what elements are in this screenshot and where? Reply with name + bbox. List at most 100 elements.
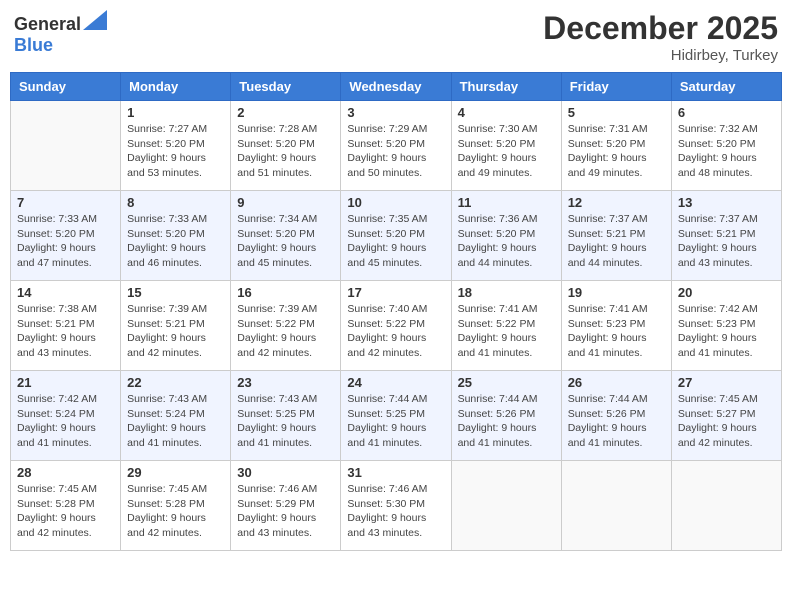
logo-text: General Blue bbox=[14, 10, 107, 56]
calendar-day-cell: 28 Sunrise: 7:45 AMSunset: 5:28 PMDayligh… bbox=[11, 461, 121, 551]
day-number: 5 bbox=[568, 105, 665, 120]
location-title: Hidirbey, Turkey bbox=[543, 47, 778, 64]
calendar-day-cell bbox=[561, 461, 671, 551]
day-number: 17 bbox=[347, 285, 444, 300]
day-number: 1 bbox=[127, 105, 224, 120]
day-info: Sunrise: 7:30 AMSunset: 5:20 PMDaylight:… bbox=[458, 122, 555, 181]
day-info: Sunrise: 7:31 AMSunset: 5:20 PMDaylight:… bbox=[568, 122, 665, 181]
calendar-day-header: Wednesday bbox=[341, 73, 451, 101]
day-number: 21 bbox=[17, 375, 114, 390]
day-number: 6 bbox=[678, 105, 775, 120]
day-number: 11 bbox=[458, 195, 555, 210]
day-number: 20 bbox=[678, 285, 775, 300]
day-number: 25 bbox=[458, 375, 555, 390]
calendar-day-cell: 20Sunrise: 7:42 AMSunset: 5:23 PMDayligh… bbox=[671, 281, 781, 371]
day-info: Sunrise: 7:41 AMSunset: 5:23 PMDaylight:… bbox=[568, 302, 665, 361]
logo-icon bbox=[83, 10, 107, 30]
calendar-day-header: Sunday bbox=[11, 73, 121, 101]
day-info: Sunrise: 7:46 AMSunset: 5:29 PMDaylight:… bbox=[237, 482, 334, 541]
calendar-day-header: Friday bbox=[561, 73, 671, 101]
day-number: 14 bbox=[17, 285, 114, 300]
calendar-day-cell: 17 Sunrise: 7:40 AMSunset: 5:22 PMDayligh… bbox=[341, 281, 451, 371]
month-title: December 2025 bbox=[543, 10, 778, 47]
day-info: Sunrise: 7:27 AMSunset: 5:20 PMDaylight:… bbox=[127, 122, 224, 181]
calendar-day-header: Monday bbox=[121, 73, 231, 101]
day-number: 30 bbox=[237, 465, 334, 480]
calendar-day-cell: 5 Sunrise: 7:31 AMSunset: 5:20 PMDaylight… bbox=[561, 101, 671, 191]
calendar-day-cell: 1 Sunrise: 7:27 AMSunset: 5:20 PMDaylight… bbox=[121, 101, 231, 191]
calendar-day-header: Thursday bbox=[451, 73, 561, 101]
calendar-day-cell: 16Sunrise: 7:39 AMSunset: 5:22 PMDayligh… bbox=[231, 281, 341, 371]
logo-general: General bbox=[14, 14, 81, 34]
day-number: 7 bbox=[17, 195, 114, 210]
day-info: Sunrise: 7:43 AMSunset: 5:24 PMDaylight:… bbox=[127, 392, 224, 451]
day-info: Sunrise: 7:33 AMSunset: 5:20 PMDaylight:… bbox=[17, 212, 114, 271]
day-number: 28 bbox=[17, 465, 114, 480]
title-block: December 2025 Hidirbey, Turkey bbox=[543, 10, 778, 64]
calendar-day-cell: 2 Sunrise: 7:28 AMSunset: 5:20 PMDaylight… bbox=[231, 101, 341, 191]
day-info: Sunrise: 7:39 AMSunset: 5:21 PMDaylight:… bbox=[127, 302, 224, 361]
calendar-day-cell: 3Sunrise: 7:29 AMSunset: 5:20 PMDaylight… bbox=[341, 101, 451, 191]
calendar-day-cell: 15 Sunrise: 7:39 AMSunset: 5:21 PMDayligh… bbox=[121, 281, 231, 371]
day-number: 10 bbox=[347, 195, 444, 210]
calendar-day-header: Saturday bbox=[671, 73, 781, 101]
day-info: Sunrise: 7:45 AMSunset: 5:27 PMDaylight:… bbox=[678, 392, 775, 451]
calendar-day-cell: 7 Sunrise: 7:33 AMSunset: 5:20 PMDaylight… bbox=[11, 191, 121, 281]
calendar-day-cell: 8Sunrise: 7:33 AMSunset: 5:20 PMDaylight… bbox=[121, 191, 231, 281]
day-number: 19 bbox=[568, 285, 665, 300]
day-number: 23 bbox=[237, 375, 334, 390]
day-number: 27 bbox=[678, 375, 775, 390]
calendar-day-cell: 30 Sunrise: 7:46 AMSunset: 5:29 PMDayligh… bbox=[231, 461, 341, 551]
calendar-day-cell: 14Sunrise: 7:38 AMSunset: 5:21 PMDayligh… bbox=[11, 281, 121, 371]
day-number: 2 bbox=[237, 105, 334, 120]
calendar-day-cell bbox=[671, 461, 781, 551]
calendar-week-row: 1 Sunrise: 7:27 AMSunset: 5:20 PMDaylight… bbox=[11, 101, 782, 191]
calendar-day-cell: 21 Sunrise: 7:42 AMSunset: 5:24 PMDayligh… bbox=[11, 371, 121, 461]
calendar-week-row: 7 Sunrise: 7:33 AMSunset: 5:20 PMDaylight… bbox=[11, 191, 782, 281]
calendar-day-header: Tuesday bbox=[231, 73, 341, 101]
day-info: Sunrise: 7:40 AMSunset: 5:22 PMDaylight:… bbox=[347, 302, 444, 361]
page-header: General Blue December 2025 Hidirbey, Tur… bbox=[10, 10, 782, 64]
calendar-day-cell: 29Sunrise: 7:45 AMSunset: 5:28 PMDayligh… bbox=[121, 461, 231, 551]
day-number: 4 bbox=[458, 105, 555, 120]
calendar-table: SundayMondayTuesdayWednesdayThursdayFrid… bbox=[10, 72, 782, 551]
calendar-day-cell: 9 Sunrise: 7:34 AMSunset: 5:20 PMDaylight… bbox=[231, 191, 341, 281]
logo: General Blue bbox=[14, 10, 107, 56]
day-info: Sunrise: 7:34 AMSunset: 5:20 PMDaylight:… bbox=[237, 212, 334, 271]
calendar-day-cell bbox=[11, 101, 121, 191]
calendar-day-cell: 18Sunrise: 7:41 AMSunset: 5:22 PMDayligh… bbox=[451, 281, 561, 371]
day-info: Sunrise: 7:41 AMSunset: 5:22 PMDaylight:… bbox=[458, 302, 555, 361]
day-info: Sunrise: 7:32 AMSunset: 5:20 PMDaylight:… bbox=[678, 122, 775, 181]
day-info: Sunrise: 7:29 AMSunset: 5:20 PMDaylight:… bbox=[347, 122, 444, 181]
calendar-day-cell: 25Sunrise: 7:44 AMSunset: 5:26 PMDayligh… bbox=[451, 371, 561, 461]
calendar-day-cell: 26 Sunrise: 7:44 AMSunset: 5:26 PMDayligh… bbox=[561, 371, 671, 461]
day-number: 15 bbox=[127, 285, 224, 300]
calendar-day-cell: 19 Sunrise: 7:41 AMSunset: 5:23 PMDayligh… bbox=[561, 281, 671, 371]
calendar-day-cell: 22Sunrise: 7:43 AMSunset: 5:24 PMDayligh… bbox=[121, 371, 231, 461]
calendar-body: 1 Sunrise: 7:27 AMSunset: 5:20 PMDaylight… bbox=[11, 101, 782, 551]
day-info: Sunrise: 7:43 AMSunset: 5:25 PMDaylight:… bbox=[237, 392, 334, 451]
day-number: 26 bbox=[568, 375, 665, 390]
day-number: 24 bbox=[347, 375, 444, 390]
calendar-day-cell: 11 Sunrise: 7:36 AMSunset: 5:20 PMDayligh… bbox=[451, 191, 561, 281]
calendar-day-cell: 12Sunrise: 7:37 AMSunset: 5:21 PMDayligh… bbox=[561, 191, 671, 281]
calendar-day-cell: 31Sunrise: 7:46 AMSunset: 5:30 PMDayligh… bbox=[341, 461, 451, 551]
day-number: 29 bbox=[127, 465, 224, 480]
day-info: Sunrise: 7:44 AMSunset: 5:25 PMDaylight:… bbox=[347, 392, 444, 451]
day-info: Sunrise: 7:35 AMSunset: 5:20 PMDaylight:… bbox=[347, 212, 444, 271]
day-number: 8 bbox=[127, 195, 224, 210]
day-number: 9 bbox=[237, 195, 334, 210]
day-info: Sunrise: 7:37 AMSunset: 5:21 PMDaylight:… bbox=[678, 212, 775, 271]
calendar-day-cell: 24 Sunrise: 7:44 AMSunset: 5:25 PMDayligh… bbox=[341, 371, 451, 461]
day-info: Sunrise: 7:36 AMSunset: 5:20 PMDaylight:… bbox=[458, 212, 555, 271]
calendar-week-row: 21 Sunrise: 7:42 AMSunset: 5:24 PMDayligh… bbox=[11, 371, 782, 461]
day-info: Sunrise: 7:28 AMSunset: 5:20 PMDaylight:… bbox=[237, 122, 334, 181]
calendar-week-row: 28 Sunrise: 7:45 AMSunset: 5:28 PMDayligh… bbox=[11, 461, 782, 551]
day-info: Sunrise: 7:45 AMSunset: 5:28 PMDaylight:… bbox=[17, 482, 114, 541]
calendar-week-row: 14Sunrise: 7:38 AMSunset: 5:21 PMDayligh… bbox=[11, 281, 782, 371]
calendar-day-cell: 13Sunrise: 7:37 AMSunset: 5:21 PMDayligh… bbox=[671, 191, 781, 281]
day-info: Sunrise: 7:46 AMSunset: 5:30 PMDaylight:… bbox=[347, 482, 444, 541]
day-info: Sunrise: 7:42 AMSunset: 5:24 PMDaylight:… bbox=[17, 392, 114, 451]
calendar-day-cell: 23 Sunrise: 7:43 AMSunset: 5:25 PMDayligh… bbox=[231, 371, 341, 461]
day-info: Sunrise: 7:44 AMSunset: 5:26 PMDaylight:… bbox=[568, 392, 665, 451]
